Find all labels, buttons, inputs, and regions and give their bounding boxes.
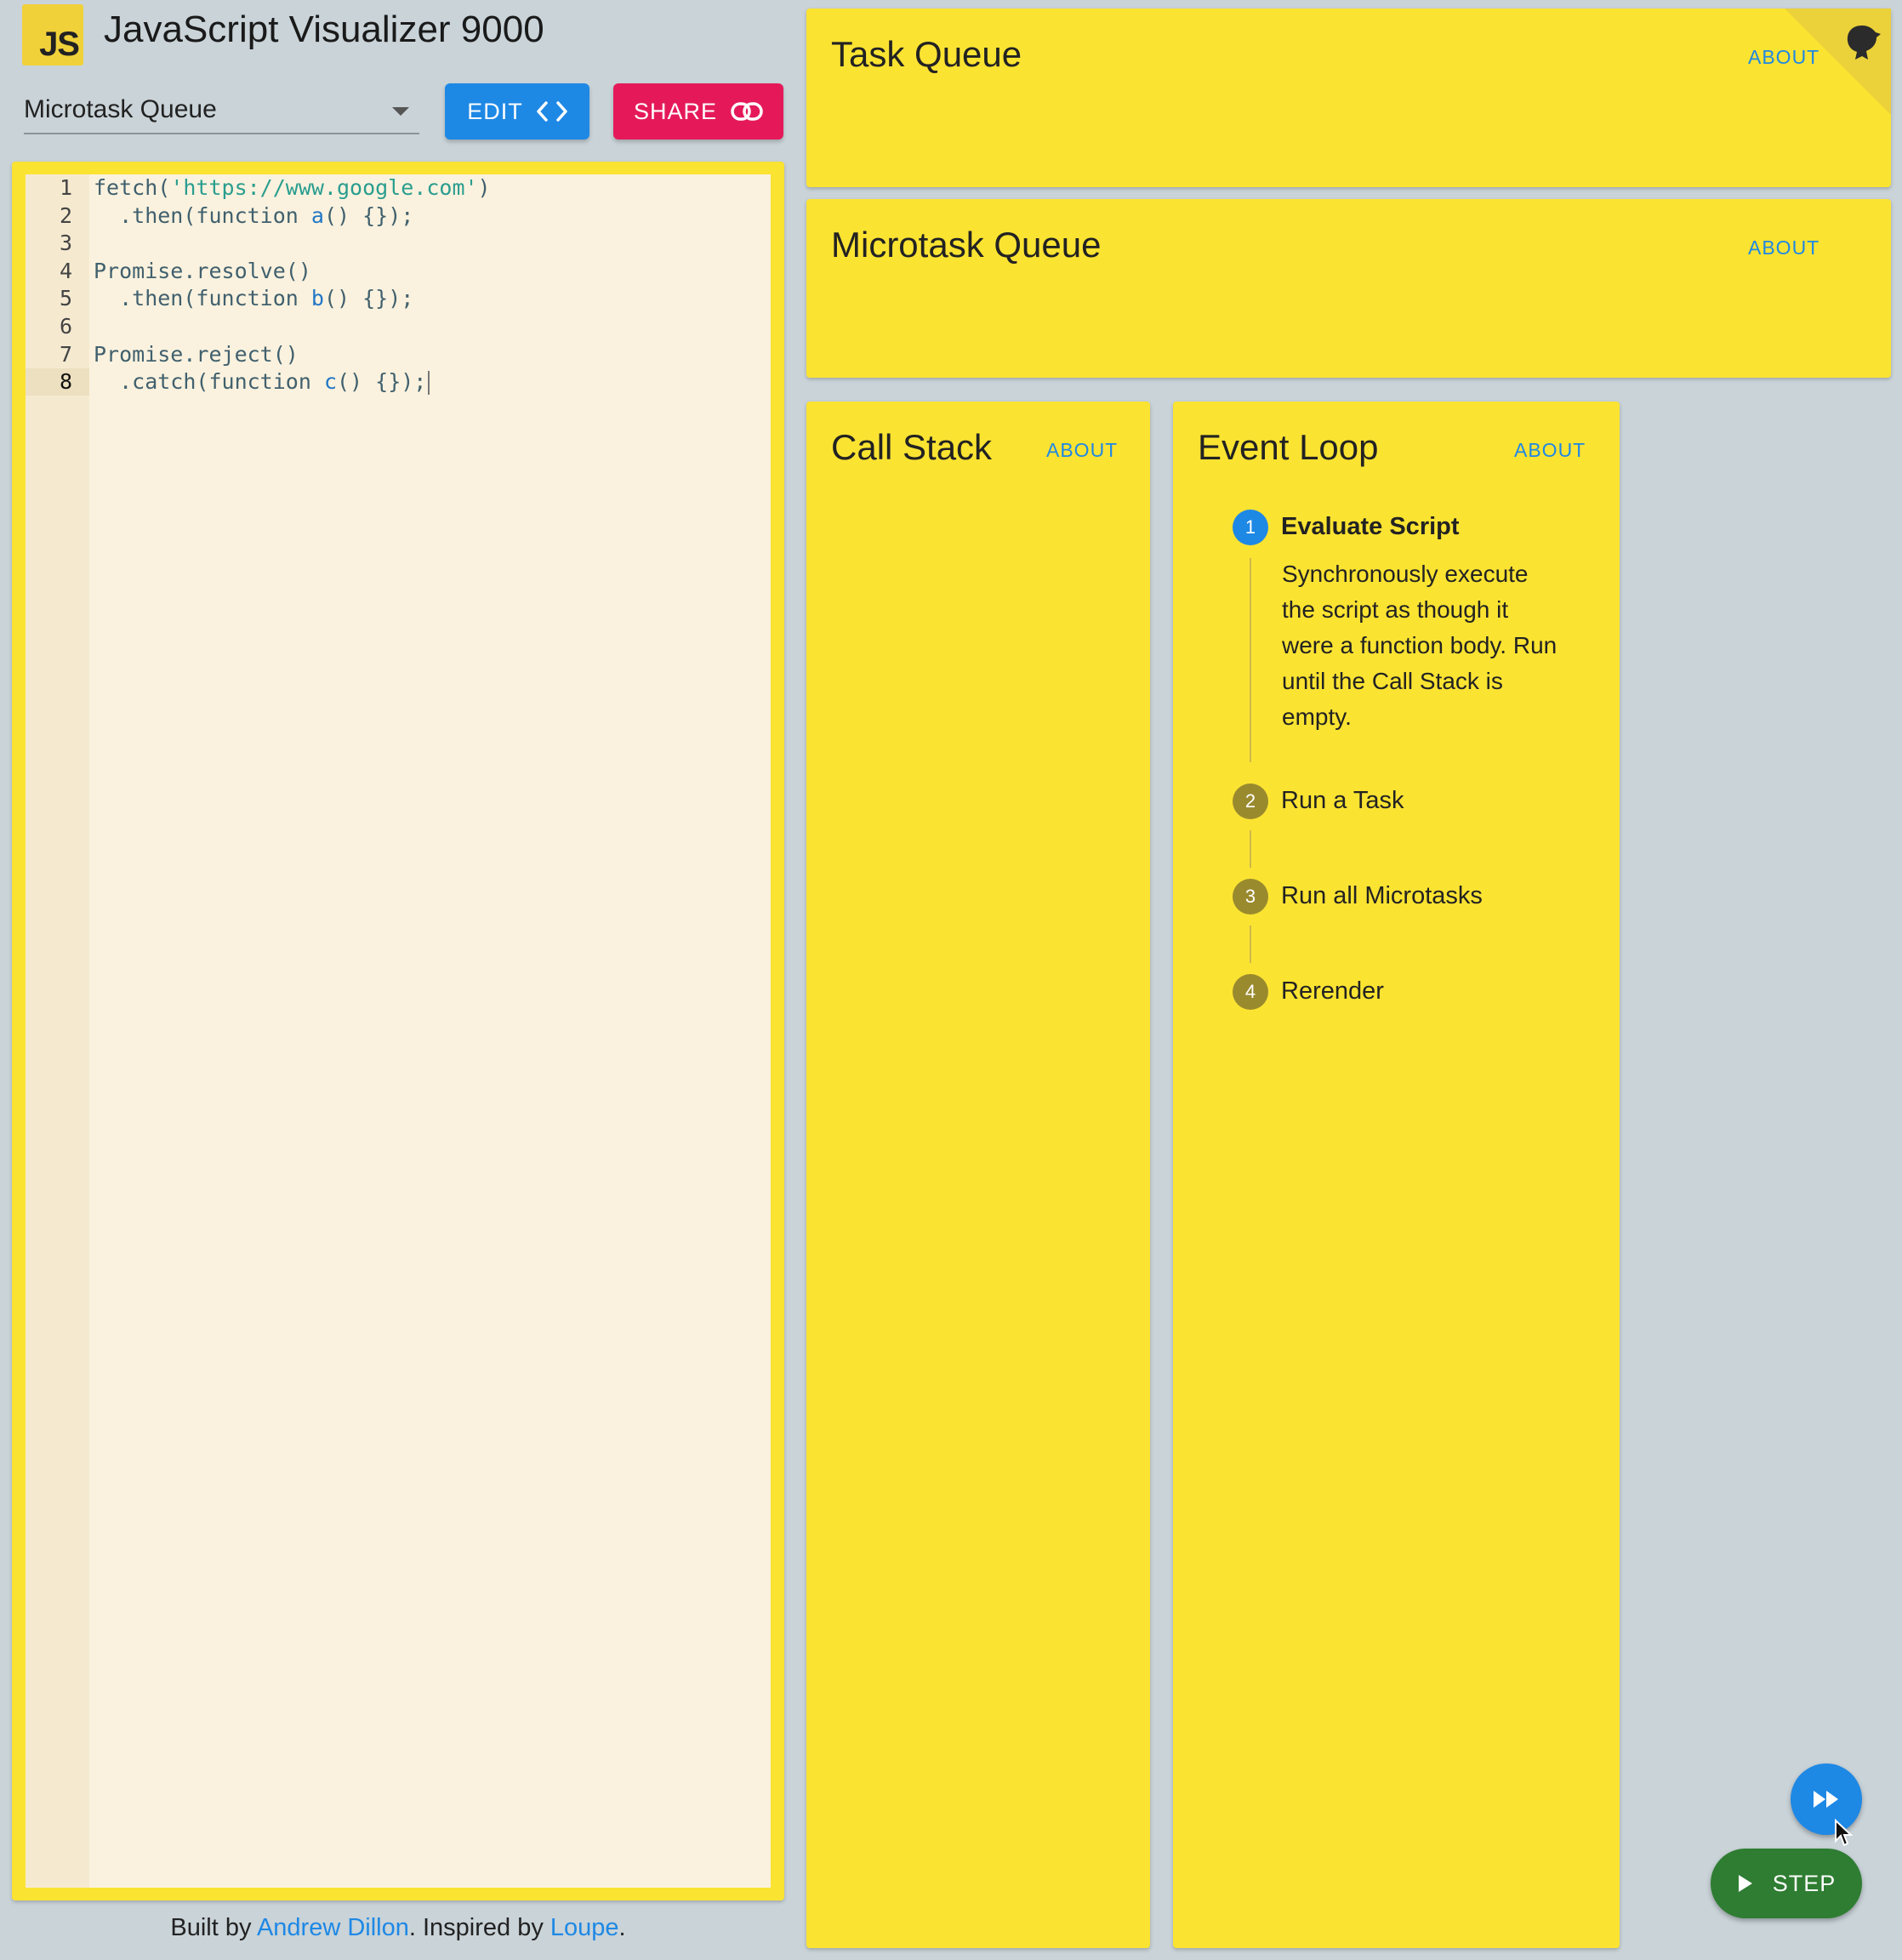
code-token: ) xyxy=(477,175,491,200)
fast-forward-icon xyxy=(1814,1791,1838,1808)
step-number-1: 1 xyxy=(1233,510,1268,545)
step-label-rerender: Rerender xyxy=(1281,977,1384,1005)
code-text: .then(function a() {}); xyxy=(94,202,413,230)
step-label-run-a-task: Run a Task xyxy=(1281,787,1404,814)
code-token: () {}); xyxy=(323,202,414,228)
call-stack-about-link[interactable]: ABOUT xyxy=(1046,439,1118,462)
example-select[interactable]: Microtask Queue xyxy=(24,85,419,134)
step-label-run-all-microtasks: Run all Microtasks xyxy=(1281,882,1483,909)
code-text: .catch(function c() {}); xyxy=(94,368,430,396)
code-line[interactable]: 2 .then(function a() {}); xyxy=(26,202,771,230)
link-icon xyxy=(731,102,763,121)
chevron-down-icon xyxy=(392,107,409,116)
text-cursor xyxy=(428,371,430,396)
line-number: 6 xyxy=(59,314,72,339)
code-line[interactable]: 5 .then(function b() {}); xyxy=(26,285,771,312)
function-name-token: b xyxy=(310,286,324,311)
js-logo: JS xyxy=(22,4,83,66)
microtask-queue-title: Microtask Queue xyxy=(831,225,1102,265)
example-select-value: Microtask Queue xyxy=(24,95,217,123)
line-number: 7 xyxy=(59,341,72,367)
line-number-gutter xyxy=(26,174,89,1888)
code-text: fetch('https://www.google.com') xyxy=(94,174,491,202)
code-token: .catch(function xyxy=(94,369,324,395)
github-octocat-icon[interactable] xyxy=(1840,20,1884,65)
line-number: 3 xyxy=(59,231,72,256)
code-editor[interactable]: 1 fetch('https://www.google.com') 2 .then(… xyxy=(26,174,771,1888)
edit-button-label: EDIT xyxy=(467,98,523,124)
mouse-cursor-icon xyxy=(1835,1819,1853,1847)
line-number: 4 xyxy=(59,258,72,283)
line-number: 8 xyxy=(26,368,89,396)
line-number: 1 xyxy=(59,175,72,200)
step-number-3: 3 xyxy=(1233,879,1268,914)
footer: Built by Andrew Dillon. Inspired by Loup… xyxy=(0,1914,796,1942)
line-number: 5 xyxy=(59,286,72,311)
step-number-4: 4 xyxy=(1233,974,1268,1010)
event-loop-title: Event Loop xyxy=(1198,427,1379,467)
microtask-queue-panel: Microtask Queue ABOUT xyxy=(806,199,1891,378)
code-line[interactable]: 8 .catch(function c() {}); xyxy=(26,368,771,396)
string-token: 'https://www.google.com' xyxy=(170,175,478,200)
call-stack-panel: Call Stack ABOUT xyxy=(806,402,1150,1948)
microtask-queue-about-link[interactable]: ABOUT xyxy=(1748,236,1819,259)
footer-suffix: . xyxy=(618,1914,626,1941)
function-name-token: a xyxy=(310,202,324,228)
code-icon xyxy=(537,101,567,122)
code-token: fetch( xyxy=(94,175,171,200)
step-number-2: 2 xyxy=(1233,783,1268,819)
task-queue-title: Task Queue xyxy=(831,34,1022,74)
edit-button[interactable]: EDIT xyxy=(445,83,589,140)
author-link[interactable]: Andrew Dillon xyxy=(257,1914,409,1941)
code-line[interactable]: 4 Promise.resolve() xyxy=(26,258,771,285)
footer-prefix: Built by xyxy=(170,1914,257,1941)
code-token: .then(function xyxy=(94,286,311,311)
code-token: () {}); xyxy=(337,369,427,395)
line-number: 2 xyxy=(59,202,72,228)
code-line[interactable]: 3 xyxy=(26,230,771,257)
code-line[interactable]: 1 fetch('https://www.google.com') xyxy=(26,174,771,202)
step-label-evaluate-script: Evaluate Script xyxy=(1281,513,1460,540)
call-stack-title: Call Stack xyxy=(831,427,993,467)
code-line[interactable]: 6 xyxy=(26,313,771,340)
code-token: () {}); xyxy=(323,286,414,311)
task-queue-about-link[interactable]: ABOUT xyxy=(1748,46,1819,69)
step-connector xyxy=(1250,830,1251,868)
step-button-label: STEP xyxy=(1772,1870,1837,1896)
code-token: Promise.reject() xyxy=(94,341,299,367)
share-button[interactable]: SHARE xyxy=(613,83,783,140)
app-title: JavaScript Visualizer 9000 xyxy=(104,9,544,50)
function-name-token: c xyxy=(323,369,337,395)
event-loop-about-link[interactable]: ABOUT xyxy=(1514,439,1586,462)
code-line[interactable]: 7 Promise.reject() xyxy=(26,341,771,368)
code-text: Promise.reject() xyxy=(94,341,299,368)
share-button-label: SHARE xyxy=(633,98,718,124)
code-token: Promise.resolve() xyxy=(94,258,311,283)
event-loop-panel: Event Loop ABOUT 1 Evaluate Script Synch… xyxy=(1173,402,1620,1948)
footer-middle: . Inspired by xyxy=(408,1914,550,1941)
js-logo-text: JS xyxy=(39,26,80,63)
code-token: .then(function xyxy=(94,202,311,228)
loupe-link[interactable]: Loupe xyxy=(550,1914,619,1941)
step-button[interactable]: STEP xyxy=(1711,1849,1862,1918)
code-text: Promise.resolve() xyxy=(94,258,311,285)
task-queue-panel: Task Queue ABOUT xyxy=(806,9,1891,187)
code-text: .then(function b() {}); xyxy=(94,285,413,312)
play-icon xyxy=(1738,1875,1752,1892)
step-connector xyxy=(1250,926,1251,963)
step-connector xyxy=(1250,558,1251,762)
step-description: Synchronously execute the script as thou… xyxy=(1282,561,1557,730)
